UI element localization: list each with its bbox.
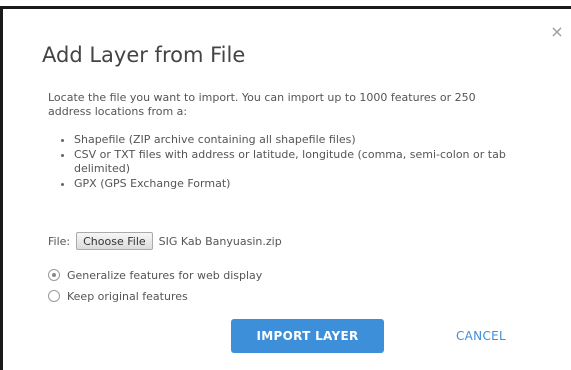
selected-file-name: SIG Kab Banyuasin.zip (158, 234, 282, 248)
intro-text: Locate the file you want to import. You … (48, 91, 476, 118)
format-item-label: GPX (GPS Exchange Format) (74, 177, 231, 190)
add-layer-dialog: × Add Layer from File Locate the file yo… (3, 9, 569, 370)
file-picker-row: File: Choose File SIG Kab Banyuasin.zip (48, 231, 282, 251)
close-icon[interactable]: × (548, 23, 566, 41)
radio-checked-icon[interactable] (48, 269, 60, 281)
bullet-icon (61, 183, 64, 186)
option-keep-original-label: Keep original features (67, 289, 188, 303)
screenshot-frame: × Add Layer from File Locate the file yo… (0, 0, 571, 370)
format-list: Shapefile (ZIP archive containing all sh… (61, 133, 531, 192)
radio-unchecked-icon[interactable] (48, 290, 60, 302)
format-item-shapefile: Shapefile (ZIP archive containing all sh… (61, 133, 531, 147)
file-label: File: (48, 234, 71, 248)
option-generalize[interactable]: Generalize features for web display (48, 267, 262, 283)
option-generalize-label: Generalize features for web display (67, 268, 263, 282)
format-item-label: Shapefile (ZIP archive containing all sh… (74, 133, 356, 146)
dialog-title: Add Layer from File (42, 43, 246, 67)
bullet-icon (61, 139, 64, 142)
choose-file-button[interactable]: Choose File (76, 232, 153, 250)
format-item-label: CSV or TXT files with address or latitud… (74, 148, 506, 175)
bullet-icon (61, 154, 64, 157)
format-item-csv: CSV or TXT files with address or latitud… (61, 148, 531, 176)
format-item-gpx: GPX (GPS Exchange Format) (61, 177, 531, 191)
option-keep-original[interactable]: Keep original features (48, 288, 188, 304)
cancel-button[interactable]: CANCEL (436, 319, 526, 353)
import-layer-button[interactable]: IMPORT LAYER (231, 319, 384, 353)
